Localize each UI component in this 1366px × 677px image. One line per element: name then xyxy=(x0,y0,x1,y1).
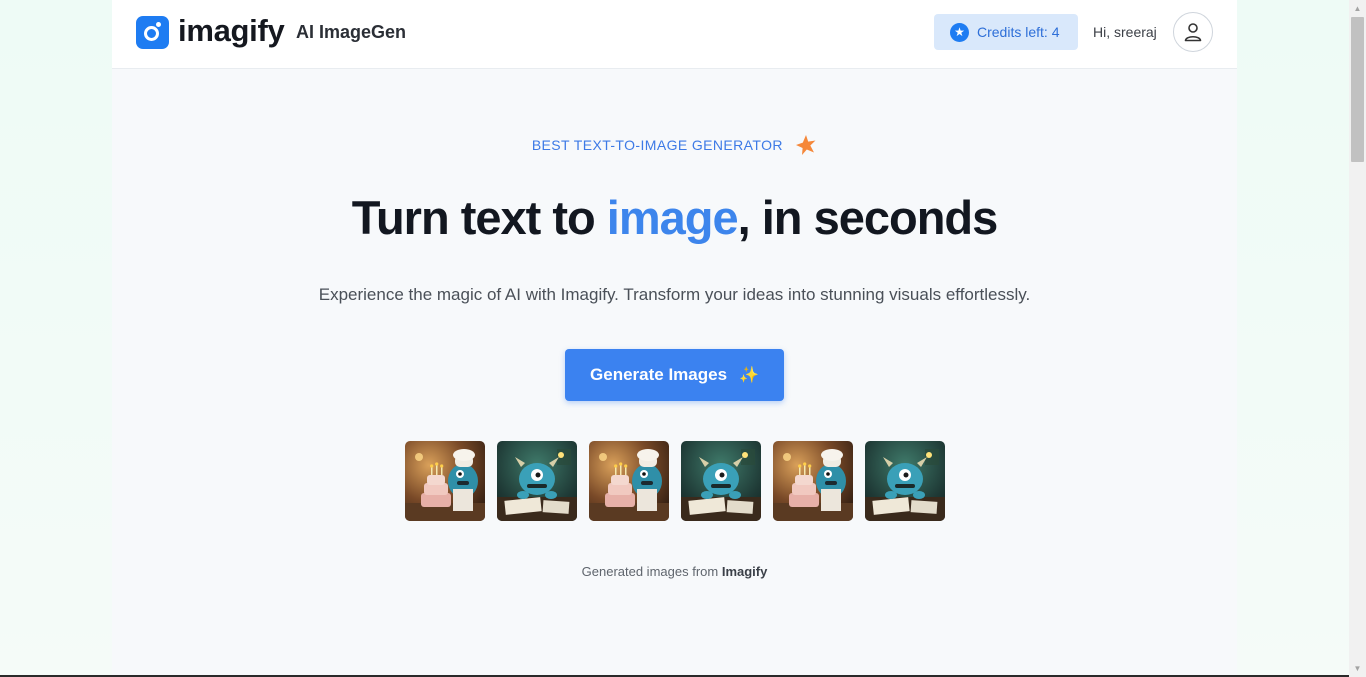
user-icon xyxy=(1184,23,1202,42)
gallery-image-6[interactable] xyxy=(865,441,945,521)
gallery-image-3[interactable] xyxy=(589,441,669,521)
logo-icon[interactable] xyxy=(136,16,169,49)
cta-label: Generate Images xyxy=(590,365,728,384)
hero-headline: Turn text to image, in seconds xyxy=(112,190,1237,245)
sample-gallery xyxy=(405,441,945,521)
scrollbar-thumb[interactable] xyxy=(1351,17,1364,162)
star-burst-icon xyxy=(795,134,817,159)
hero-badge-text: BEST TEXT-TO-IMAGE GENERATOR xyxy=(531,137,783,153)
generate-images-button[interactable]: Generate Images ✨ xyxy=(565,349,784,401)
sparkle-icon: ✨ xyxy=(739,367,759,384)
hero-subtext: Experience the magic of AI with Imagify.… xyxy=(318,285,1031,304)
gallery-image-1[interactable] xyxy=(405,441,485,521)
gallery-caption: Generated images from Imagify xyxy=(112,564,1237,579)
avatar[interactable] xyxy=(1173,12,1213,52)
caption-brand: Imagify xyxy=(721,564,768,579)
credits-button[interactable]: ★ Credits left: 4 xyxy=(934,14,1078,50)
page-container: imagify AI ImageGen ★ Credits left: 4 Hi… xyxy=(112,0,1237,677)
logo-subtitle: AI ImageGen xyxy=(296,22,407,42)
gallery-image-5[interactable] xyxy=(773,441,853,521)
caption-prefix: Generated images from xyxy=(581,564,722,579)
logo-text[interactable]: imagify xyxy=(178,13,285,49)
user-greeting: Hi, sreeraj xyxy=(1093,24,1157,40)
headline-accent: image xyxy=(606,191,739,244)
star-icon: ★ xyxy=(950,22,969,42)
hero-badge: BEST TEXT-TO-IMAGE GENERATOR xyxy=(112,134,1237,159)
scroll-up-icon[interactable]: ▲ xyxy=(1349,0,1366,17)
scroll-down-icon[interactable]: ▼ xyxy=(1349,660,1366,677)
navbar: imagify AI ImageGen ★ Credits left: 4 Hi… xyxy=(112,0,1237,69)
gallery-image-4[interactable] xyxy=(681,441,761,521)
gallery-image-2[interactable] xyxy=(497,441,577,521)
headline-post: , in seconds xyxy=(737,191,999,244)
headline-pre: Turn text to xyxy=(351,191,607,244)
vertical-scrollbar[interactable]: ▲ ▼ xyxy=(1349,0,1366,677)
credits-label: Credits left: 4 xyxy=(977,24,1060,40)
